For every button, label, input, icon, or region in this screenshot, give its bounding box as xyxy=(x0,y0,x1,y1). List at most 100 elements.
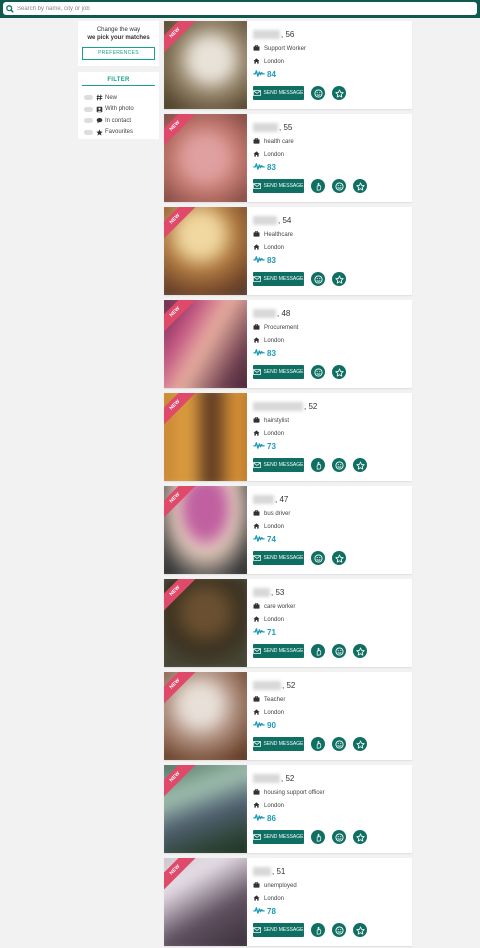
smile-button[interactable] xyxy=(311,365,325,379)
preferences-button[interactable]: PREFERENCES xyxy=(82,47,155,60)
filter-item-new[interactable]: New xyxy=(78,92,159,104)
favourite-button[interactable] xyxy=(332,551,346,565)
send-message-button[interactable]: SEND MESSAGE xyxy=(253,272,304,286)
profile-name-blurred[interactable] xyxy=(253,681,281,690)
smile-button[interactable] xyxy=(332,830,346,844)
filter-toggle[interactable] xyxy=(84,118,93,124)
profile-name-blurred[interactable] xyxy=(253,309,276,318)
filter-item-favourites[interactable]: Favourites xyxy=(78,127,159,139)
filter-toggle[interactable] xyxy=(84,129,93,135)
favourite-button[interactable] xyxy=(353,830,367,844)
profile-card[interactable]: NEW , 56 Support Worker London 84 SEND M… xyxy=(164,21,412,109)
wave-button[interactable] xyxy=(311,830,325,844)
profile-photo[interactable]: NEW xyxy=(164,114,247,202)
filter-toggle[interactable] xyxy=(84,106,93,112)
profile-card[interactable]: NEW , 52 Teacher London 90 SEND MESSAGE xyxy=(164,672,412,760)
profile-card[interactable]: NEW , 55 health care London 83 SEND MESS… xyxy=(164,114,412,202)
wave-button[interactable] xyxy=(311,458,325,472)
send-message-button[interactable]: SEND MESSAGE xyxy=(253,551,304,565)
smile-button[interactable] xyxy=(332,644,346,658)
profile-photo[interactable]: NEW xyxy=(164,486,247,574)
profile-name-blurred[interactable] xyxy=(253,402,303,411)
profile-name-blurred[interactable] xyxy=(253,123,278,132)
send-message-button[interactable]: SEND MESSAGE xyxy=(253,644,304,658)
send-message-button[interactable]: SEND MESSAGE xyxy=(253,365,304,379)
favourite-button[interactable] xyxy=(353,458,367,472)
filter-item-with-photo[interactable]: With photo xyxy=(78,104,159,116)
profile-name-row[interactable]: , 54 xyxy=(253,216,291,225)
favourite-button[interactable] xyxy=(353,179,367,193)
profile-photo[interactable]: NEW xyxy=(164,672,247,760)
search-box[interactable] xyxy=(3,2,477,15)
send-message-button[interactable]: SEND MESSAGE xyxy=(253,737,304,751)
profile-photo[interactable]: NEW xyxy=(164,393,247,481)
smile-button[interactable] xyxy=(311,86,325,100)
profile-name-row[interactable]: , 55 xyxy=(253,123,292,132)
profile-card[interactable]: NEW , 47 bus driver London 74 SEND MESSA… xyxy=(164,486,412,574)
profile-name-row[interactable]: , 52 xyxy=(253,681,295,690)
profile-name-blurred[interactable] xyxy=(253,774,280,783)
profile-name-row[interactable]: , 52 xyxy=(253,402,317,411)
wave-button[interactable] xyxy=(311,737,325,751)
profile-card[interactable]: NEW , 53 care worker London 71 SEND MESS… xyxy=(164,579,412,667)
briefcase-icon xyxy=(253,45,264,53)
wave-icon xyxy=(314,833,323,842)
favourite-button[interactable] xyxy=(353,923,367,937)
filter-item-in-contact[interactable]: In contact xyxy=(78,115,159,127)
send-message-button[interactable]: SEND MESSAGE xyxy=(253,86,304,100)
smile-button[interactable] xyxy=(332,179,346,193)
profile-card[interactable]: NEW , 54 Healthcare London 83 SEND MESSA… xyxy=(164,207,412,295)
home-icon xyxy=(253,709,264,717)
profile-name-row[interactable]: , 56 xyxy=(253,30,294,39)
profile-score: 71 xyxy=(267,628,276,637)
favourite-button[interactable] xyxy=(332,365,346,379)
filter-toggle[interactable] xyxy=(84,95,93,101)
smile-button[interactable] xyxy=(332,923,346,937)
profile-name-row[interactable]: , 52 xyxy=(253,774,294,783)
profile-info: , 53 care worker London 71 SEND MESSAGE xyxy=(253,579,408,667)
profile-card[interactable]: NEW , 48 Procurement London 83 SEND MESS… xyxy=(164,300,412,388)
smile-button[interactable] xyxy=(332,458,346,472)
favourite-button[interactable] xyxy=(353,737,367,751)
profile-card[interactable]: NEW , 52 housing support officer London … xyxy=(164,765,412,853)
wave-button[interactable] xyxy=(311,923,325,937)
profile-score: 84 xyxy=(267,70,276,79)
profile-name-blurred[interactable] xyxy=(253,867,271,876)
wave-button[interactable] xyxy=(311,179,325,193)
profile-name-row[interactable]: , 51 xyxy=(253,867,285,876)
profile-actions: SEND MESSAGE xyxy=(253,737,367,751)
profile-photo[interactable]: NEW xyxy=(164,765,247,853)
smile-button[interactable] xyxy=(332,737,346,751)
profile-name-blurred[interactable] xyxy=(253,588,270,597)
home-icon xyxy=(253,616,264,624)
mail-icon xyxy=(253,648,263,654)
smile-button[interactable] xyxy=(311,551,325,565)
profile-info: , 52 housing support officer London 86 S… xyxy=(253,765,408,853)
profile-photo[interactable]: NEW xyxy=(164,858,247,946)
wave-button[interactable] xyxy=(311,644,325,658)
send-message-button[interactable]: SEND MESSAGE xyxy=(253,179,304,193)
profile-name-blurred[interactable] xyxy=(253,216,277,225)
profile-job: Teacher xyxy=(264,697,286,703)
send-message-button[interactable]: SEND MESSAGE xyxy=(253,923,304,937)
profile-name-blurred[interactable] xyxy=(253,495,274,504)
profile-photo[interactable]: NEW xyxy=(164,300,247,388)
favourite-button[interactable] xyxy=(332,86,346,100)
search-input[interactable] xyxy=(17,5,457,12)
profile-name-row[interactable]: , 47 xyxy=(253,495,288,504)
send-message-button[interactable]: SEND MESSAGE xyxy=(253,830,304,844)
smile-button[interactable] xyxy=(311,272,325,286)
profile-photo[interactable]: NEW xyxy=(164,579,247,667)
profile-name-blurred[interactable] xyxy=(253,30,280,39)
favourite-button[interactable] xyxy=(332,272,346,286)
compatibility-icon xyxy=(253,442,267,451)
profile-name-row[interactable]: , 53 xyxy=(253,588,284,597)
profile-photo[interactable]: NEW xyxy=(164,207,247,295)
search-icon[interactable] xyxy=(3,0,17,18)
send-message-button[interactable]: SEND MESSAGE xyxy=(253,458,304,472)
profile-name-row[interactable]: , 48 xyxy=(253,309,290,318)
profile-photo[interactable]: NEW xyxy=(164,21,247,109)
profile-card[interactable]: NEW , 51 unemployed London 78 SEND MESSA… xyxy=(164,858,412,946)
profile-card[interactable]: NEW , 52 hairstylist London 73 SEND MESS… xyxy=(164,393,412,481)
favourite-button[interactable] xyxy=(353,644,367,658)
